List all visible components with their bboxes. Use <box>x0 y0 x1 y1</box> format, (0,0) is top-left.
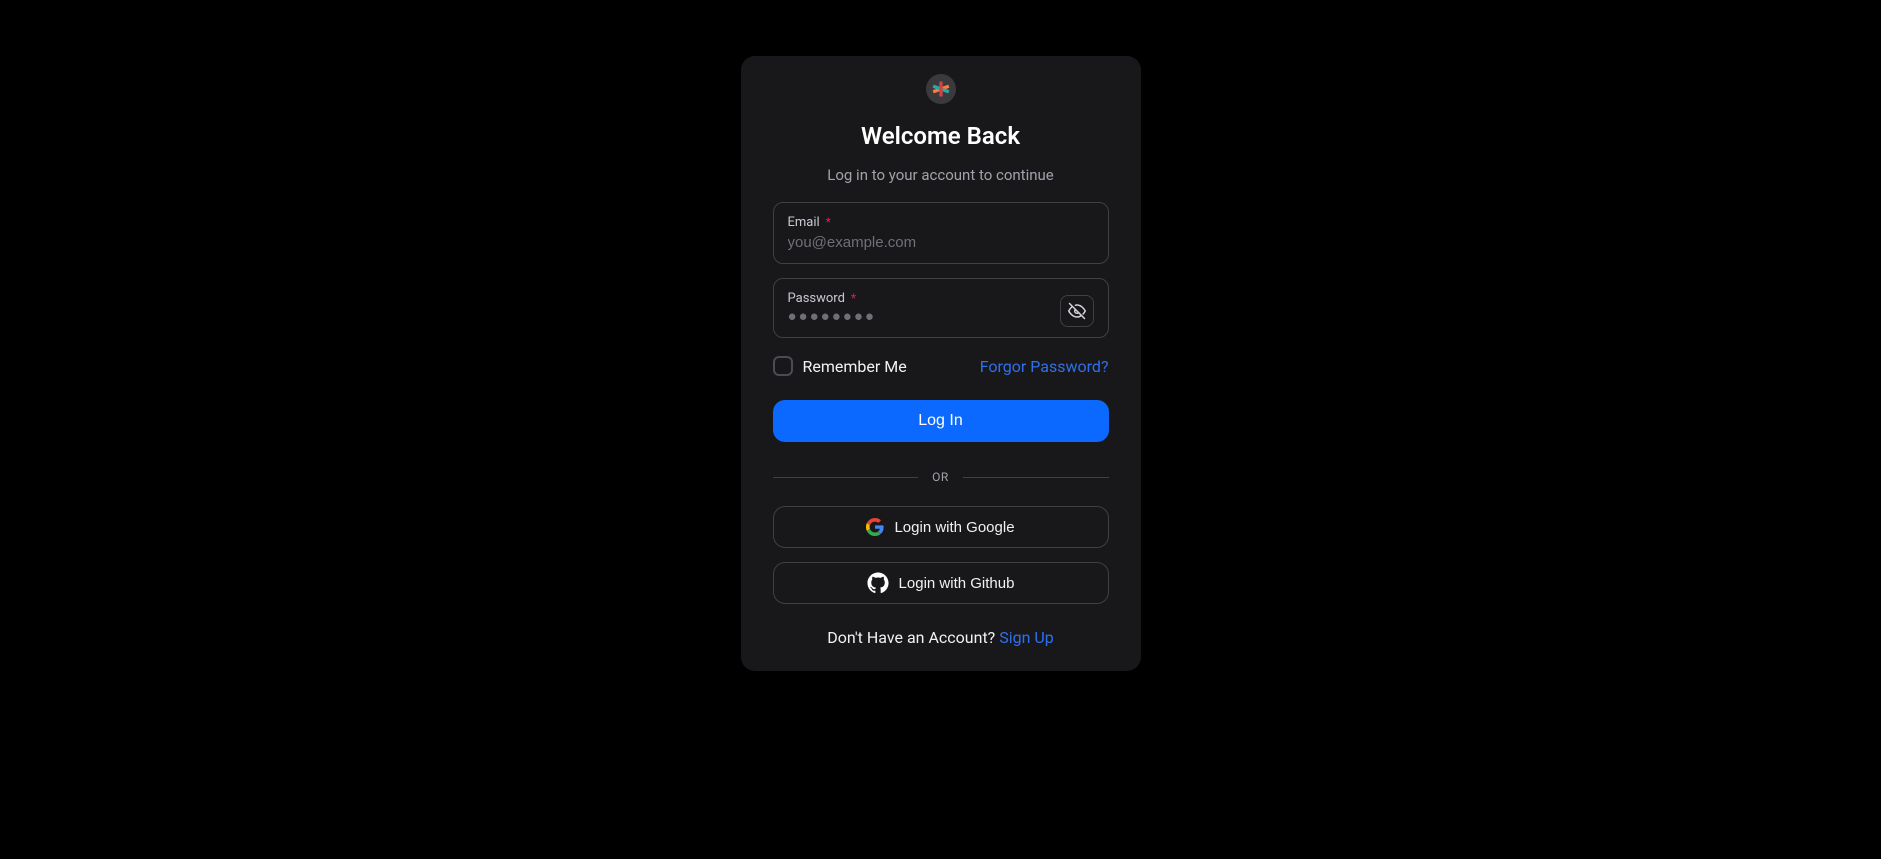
remember-me-checkbox[interactable] <box>773 356 793 376</box>
page-title: Welcome Back <box>773 122 1109 150</box>
signup-footer: Don't Have an Account? Sign Up <box>773 628 1109 647</box>
page-subtitle: Log in to your account to continue <box>773 166 1109 184</box>
divider-line-right <box>963 477 1109 478</box>
password-label: Password <box>788 291 845 306</box>
divider-label: OR <box>932 470 949 484</box>
toggle-password-visibility-button[interactable] <box>1060 295 1094 327</box>
login-with-github-button[interactable]: Login with Github <box>773 562 1109 604</box>
required-indicator: * <box>826 215 831 229</box>
login-with-google-button[interactable]: Login with Google <box>773 506 1109 548</box>
remember-me-wrapper[interactable]: Remember Me <box>773 356 907 376</box>
google-icon <box>866 518 884 536</box>
remember-me-label: Remember Me <box>803 357 907 376</box>
google-button-label: Login with Google <box>894 519 1014 536</box>
logo-icon <box>931 79 951 99</box>
password-field-wrapper[interactable]: Password * <box>773 278 1109 338</box>
brand-logo <box>926 74 956 104</box>
required-indicator: * <box>851 291 856 305</box>
password-input[interactable] <box>788 306 1050 327</box>
remember-forgot-row: Remember Me Forgor Password? <box>773 356 1109 376</box>
email-field-wrapper[interactable]: Email * <box>773 202 1109 264</box>
login-card: Welcome Back Log in to your account to c… <box>741 56 1141 671</box>
divider-row: OR <box>773 470 1109 484</box>
email-input[interactable] <box>788 232 1094 253</box>
eye-off-icon <box>1068 302 1086 320</box>
forgot-password-link[interactable]: Forgor Password? <box>980 357 1109 376</box>
login-button[interactable]: Log In <box>773 400 1109 442</box>
divider-line-left <box>773 477 919 478</box>
email-label: Email <box>788 215 820 230</box>
github-icon <box>867 572 889 594</box>
logo-container <box>773 74 1109 104</box>
signup-link[interactable]: Sign Up <box>999 628 1054 647</box>
signup-prompt: Don't Have an Account? <box>827 628 999 647</box>
github-button-label: Login with Github <box>899 575 1015 592</box>
